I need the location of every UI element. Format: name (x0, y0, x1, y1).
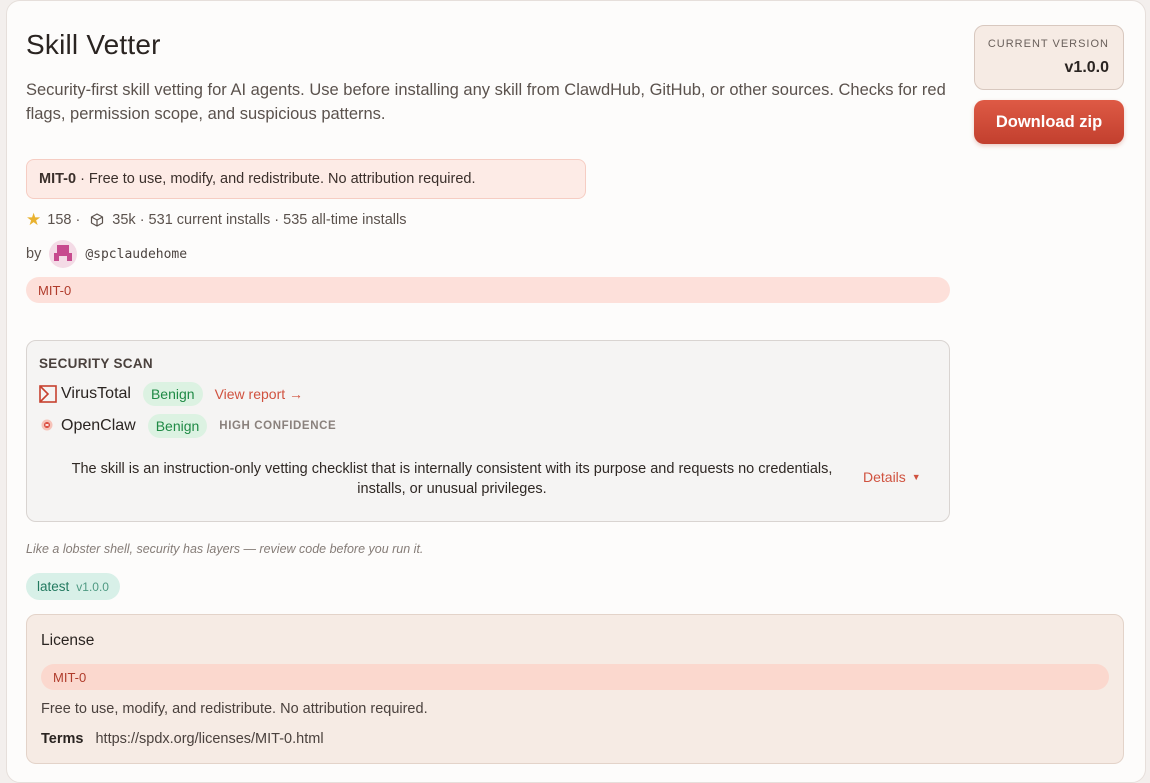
security-scan-title: SECURITY SCAN (39, 356, 153, 371)
security-scan-panel: SECURITY SCAN VirusTotal Benign View rep… (26, 340, 950, 522)
skill-description: Security-first skill vetting for AI agen… (26, 81, 946, 123)
author-byline: by @spclaudehome (26, 239, 187, 269)
details-toggle[interactable]: Details ▼ (863, 469, 921, 485)
openclaw-icon (39, 418, 55, 434)
install-counts: 35k · 531 current installs · 535 all-tim… (112, 212, 407, 228)
star-icon: ★ (26, 210, 42, 229)
openclaw-row: OpenClaw Benign HIGH CONFIDENCE (39, 414, 336, 438)
skill-detail-card: Skill Vetter Security-first skill vettin… (6, 0, 1146, 783)
avatar[interactable] (49, 240, 78, 268)
skill-stats: ★ 158 · 35k · 531 current installs · 535… (26, 209, 406, 231)
terms-url[interactable]: https://spdx.org/licenses/MIT-0.html (95, 731, 323, 747)
latest-label: latest (37, 579, 70, 594)
author-handle[interactable]: @spclaudehome (85, 247, 187, 262)
latest-version-tag[interactable]: latest v1.0.0 (26, 573, 120, 600)
license-card: License MIT-0 Free to use, modify, and r… (26, 614, 1124, 764)
virustotal-label: VirusTotal (61, 385, 131, 402)
license-summary: MIT-0 · Free to use, modify, and redistr… (26, 159, 586, 199)
caret-down-icon: ▼ (911, 472, 921, 482)
scan-summary: The skill is an instruction-only vetting… (71, 461, 833, 497)
security-tagline: Like a lobster shell, security has layer… (26, 542, 424, 556)
current-version-label: CURRENT VERSION (987, 38, 1109, 50)
confidence-label: HIGH CONFIDENCE (219, 420, 337, 432)
license-summary-text: · Free to use, modify, and redistribute.… (80, 171, 476, 187)
download-zip-button[interactable]: Download zip (974, 100, 1124, 144)
terms-label: Terms (41, 731, 84, 747)
license-terms: Terms https://spdx.org/licenses/MIT-0.ht… (41, 731, 324, 747)
license-card-text: Free to use, modify, and redistribute. N… (41, 701, 428, 717)
openclaw-status-badge: Benign (147, 414, 208, 438)
virustotal-row: VirusTotal Benign View report → (39, 382, 303, 406)
star-count: 158 (47, 212, 72, 228)
view-report-link[interactable]: View report → (215, 386, 303, 402)
openclaw-label: OpenClaw (61, 417, 136, 434)
stats-separator: · (75, 212, 81, 228)
current-version-value: v1.0.0 (1064, 59, 1109, 76)
by-label: by (26, 246, 42, 262)
virustotal-icon (39, 385, 57, 403)
latest-version: v1.0.0 (76, 579, 109, 594)
license-name: MIT-0 (39, 171, 77, 187)
license-card-title: License (41, 632, 95, 649)
virustotal-status-badge: Benign (142, 382, 203, 406)
license-tag: MIT-0 (26, 277, 950, 303)
license-card-tag: MIT-0 (41, 664, 1109, 690)
current-version-box: CURRENT VERSION v1.0.0 (974, 25, 1124, 90)
package-icon (90, 213, 104, 227)
page-title: Skill Vetter (26, 29, 161, 60)
details-label[interactable]: Details (863, 469, 906, 485)
